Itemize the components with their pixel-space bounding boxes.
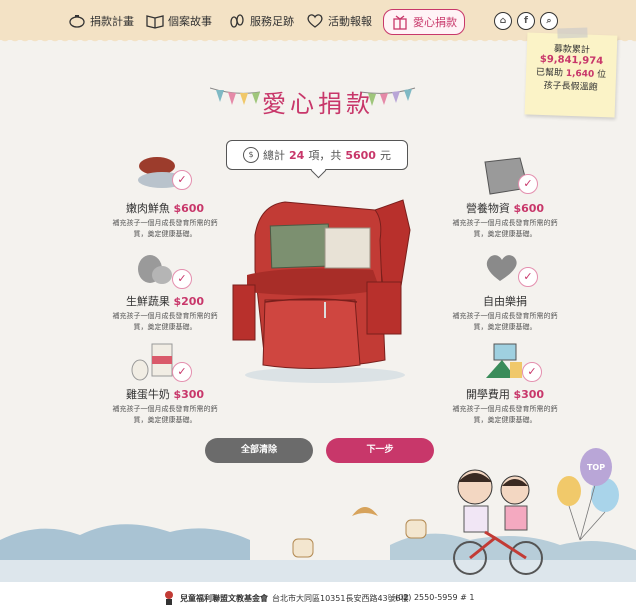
nav-label: 捐款計畫	[90, 15, 134, 28]
sticky-line3-suffix: 位	[596, 69, 607, 81]
home-button[interactable]: ⌂	[494, 12, 512, 30]
item-picture[interactable]: ✓	[110, 148, 220, 200]
item-picture[interactable]: ✓	[450, 148, 560, 200]
item-price: $600	[513, 202, 545, 215]
item-price: $600	[173, 202, 205, 215]
item-price: $300	[173, 388, 205, 401]
nav-label: 服務足跡	[250, 15, 294, 28]
footprint-icon	[230, 14, 244, 28]
home-icon: ⌂	[499, 16, 507, 26]
nav-label: 活動報報	[328, 15, 372, 28]
item-price: $300	[513, 388, 545, 401]
check-icon: ✓	[177, 365, 187, 378]
organization-logo-icon	[165, 591, 173, 605]
bubble-tail	[310, 162, 327, 179]
children-bicycle-illustration	[453, 469, 543, 575]
title-area: 愛心捐款	[209, 78, 420, 118]
tape-decoration	[557, 27, 588, 39]
select-checkbox[interactable]: ✓	[518, 267, 538, 287]
toast-icon	[405, 519, 427, 539]
page-title: 愛心捐款	[262, 90, 374, 118]
meat-fish-icon	[138, 157, 186, 188]
search-button[interactable]: ⌕	[540, 12, 558, 30]
donation-item-vegetables[interactable]: ✓ 生鮮蔬果 $200 補充孩子一個月成長發育所需的鈣質，奠定健康基礎。	[110, 241, 220, 333]
summary-count: 24	[289, 148, 305, 162]
donation-item-eggs-milk[interactable]: ✓ 雞蛋牛奶 $300 補充孩子一個月成長發育所需的鈣質，奠定健康基礎。	[110, 334, 220, 426]
nav-label: 個案故事	[168, 15, 212, 28]
heart-envelope-icon	[486, 255, 517, 281]
item-description: 補充孩子一個月成長發育所需的鈣質，奠定健康基礎。	[452, 219, 558, 238]
school-bag-illustration	[232, 199, 411, 383]
item-name: 營養物資	[465, 202, 510, 215]
check-icon: ✓	[177, 272, 187, 285]
school-supplies-icon	[486, 343, 522, 378]
footer-phone: (02) 2550-5959 # 1	[395, 593, 475, 602]
check-icon: ✓	[523, 270, 533, 283]
nav-item-donation-plan[interactable]: 捐款計畫	[68, 10, 134, 32]
nav-item-love-donation[interactable]: 愛心捐款	[383, 9, 465, 35]
item-description: 補充孩子一個月成長發育所需的鈣質，奠定健康基礎。	[112, 312, 218, 331]
clear-all-button[interactable]: 全部清除	[205, 438, 313, 463]
bread-slice-icon	[292, 538, 314, 558]
summary-total: 5600	[345, 148, 376, 162]
item-price: $200	[173, 295, 205, 308]
item-description: 補充孩子一個月成長發育所需的鈣質，奠定健康基礎。	[112, 405, 218, 424]
croissant-icon	[352, 507, 378, 516]
back-to-top-button[interactable]: TOP	[580, 448, 612, 486]
piggy-bank-icon	[69, 15, 85, 28]
gift-icon	[393, 15, 407, 30]
item-description: 補充孩子一個月成長發育所需的鈣質，奠定健康基礎。	[112, 219, 218, 238]
coin-icon: $	[243, 147, 260, 163]
item-picture[interactable]: ✓	[110, 241, 220, 293]
select-checkbox[interactable]: ✓	[518, 174, 538, 194]
donation-item-school-fees[interactable]: ✓ 開學費用 $300 補充孩子一個月成長發育所需的鈣質，奠定健康基礎。	[450, 334, 560, 426]
donation-summary-bubble: $ 總計 24 項，共 5600 元	[226, 140, 408, 179]
select-checkbox[interactable]: ✓	[522, 362, 542, 382]
footer-org-name: 兒童福利聯盟文教基金會	[180, 594, 268, 603]
check-icon: ✓	[177, 173, 187, 186]
item-name: 自由樂捐	[483, 295, 527, 308]
donation-item-meat-fish[interactable]: ✓ 嫩肉鮮魚 $600 補充孩子一個月成長發育所需的鈣質，奠定健康基礎。	[110, 148, 220, 240]
select-checkbox[interactable]: ✓	[172, 170, 192, 190]
summary-total-unit: 元	[379, 149, 391, 162]
nav-label: 愛心捐款	[413, 16, 457, 29]
supplies-box-icon	[484, 157, 529, 195]
donation-item-nutrition-supplies[interactable]: ✓ 營養物資 $600 補充孩子一個月成長發育所需的鈣質，奠定健康基礎。	[450, 148, 560, 240]
item-picture[interactable]: ✓	[110, 334, 220, 386]
item-description: 補充孩子一個月成長發育所需的鈣質，奠定健康基礎。	[452, 405, 558, 424]
check-icon: ✓	[523, 177, 533, 190]
donation-item-free-donation[interactable]: ✓ 自由樂捐 補充孩子一個月成長發育所需的鈣質，奠定健康基礎。	[450, 241, 560, 333]
check-icon: ✓	[527, 365, 537, 378]
sticky-line3-prefix: 已幫助	[535, 67, 564, 79]
facebook-icon: f	[524, 16, 528, 26]
item-picture[interactable]: ✓	[450, 241, 560, 293]
vegetables-icon	[138, 255, 172, 284]
heart-icon	[307, 14, 323, 28]
select-checkbox[interactable]: ✓	[172, 269, 192, 289]
next-step-button[interactable]: 下一步	[326, 438, 434, 463]
footer-address: 台北市大同區10351長安西路43號6樓	[272, 594, 409, 603]
search-icon: ⌕	[546, 16, 552, 26]
item-name: 開學費用	[465, 388, 510, 401]
nav-item-event-news[interactable]: 活動報報	[306, 10, 372, 32]
facebook-button[interactable]: f	[517, 12, 535, 30]
book-icon	[146, 15, 164, 29]
footer: 兒童福利聯盟文教基金會 台北市大同區10351長安西路43號6樓 (02) 25…	[0, 582, 636, 615]
item-name: 嫩肉鮮魚	[125, 202, 170, 215]
select-checkbox[interactable]: ✓	[172, 362, 192, 382]
item-description: 補充孩子一個月成長發育所需的鈣質，奠定健康基礎。	[452, 312, 558, 331]
donation-total-sticky-note: 募款累計 $9,841,974 已幫助 1,640 位 孩子長假溫飽	[524, 27, 618, 118]
nav-item-service-footprint[interactable]: 服務足跡	[228, 10, 294, 32]
eggs-milk-icon	[131, 343, 173, 381]
item-name: 雞蛋牛奶	[125, 388, 170, 401]
top-label: TOP	[586, 463, 606, 472]
summary-prefix: 總計	[263, 149, 286, 162]
nav-item-case-stories[interactable]: 個案故事	[146, 10, 212, 32]
item-picture[interactable]: ✓	[450, 334, 560, 386]
summary-count-unit: 項，共	[308, 149, 342, 162]
item-name: 生鮮蔬果	[125, 295, 170, 308]
